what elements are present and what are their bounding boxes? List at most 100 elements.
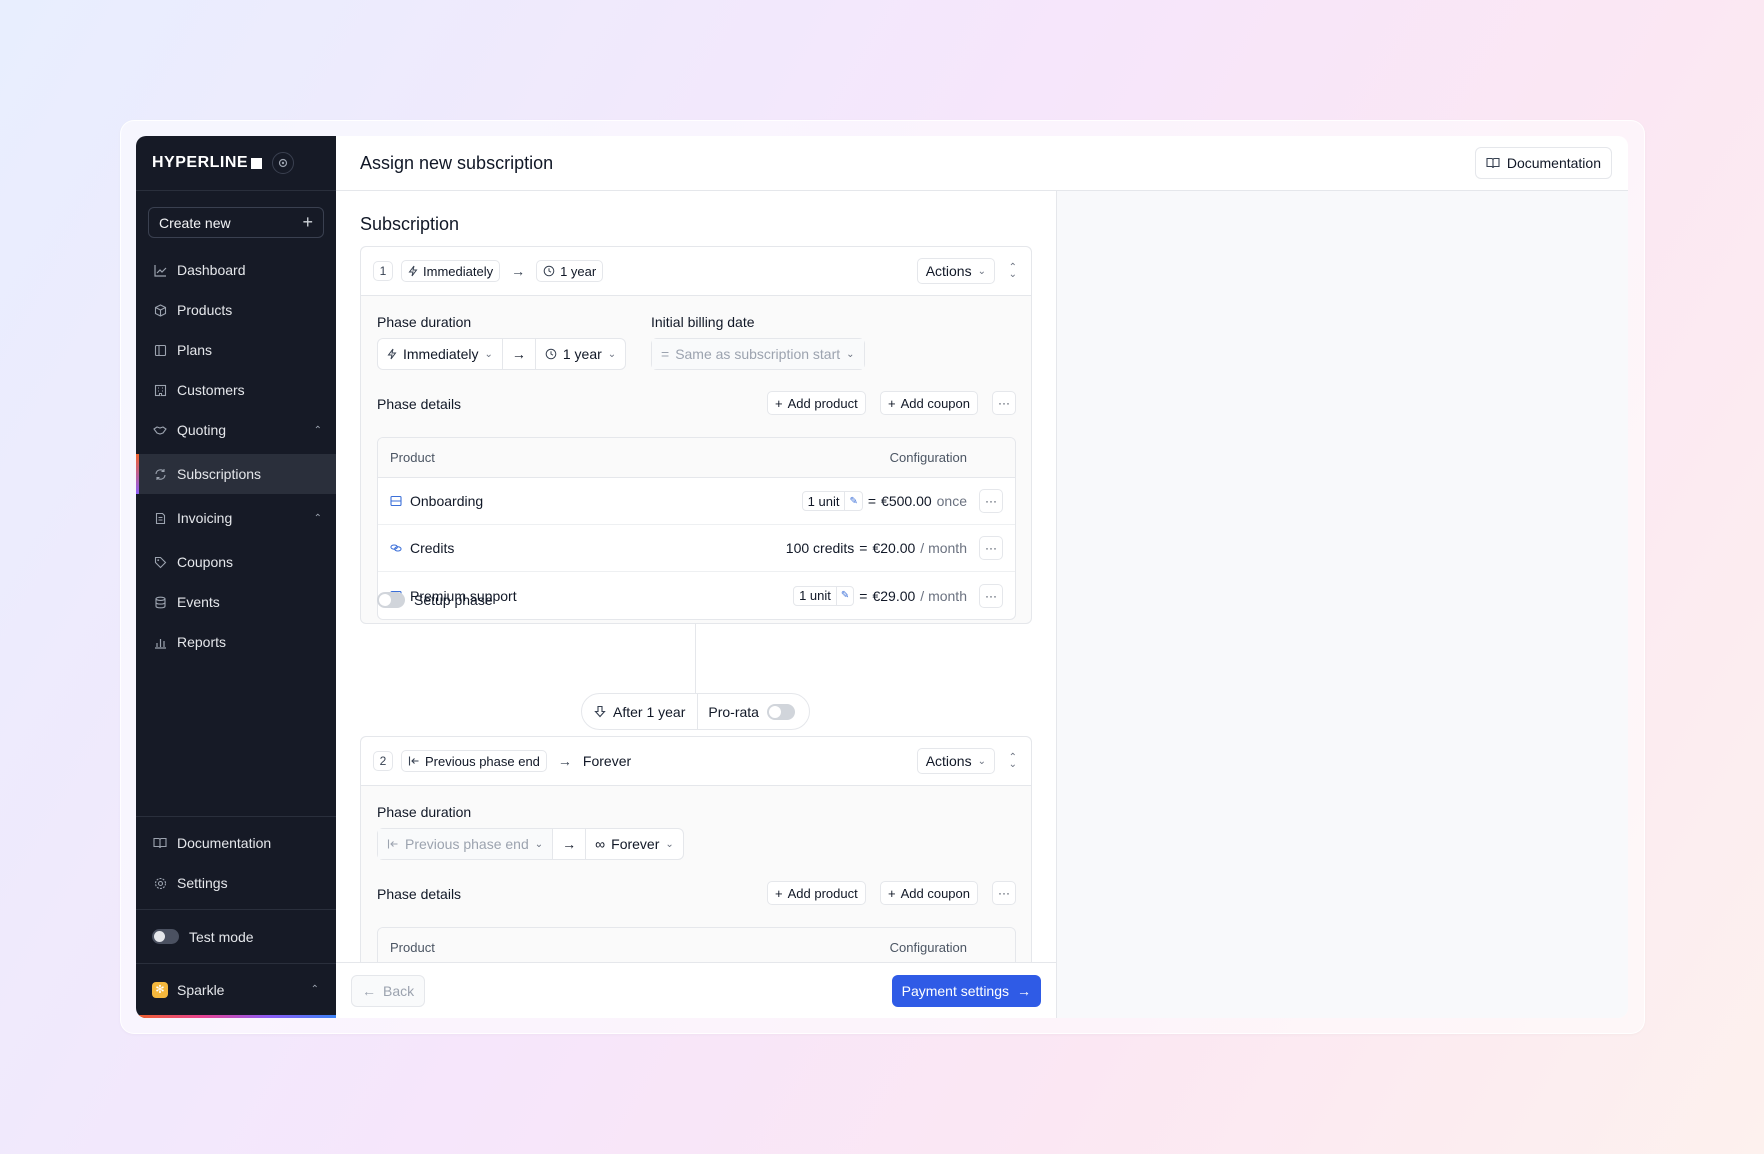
quantity-box[interactable]: 1 unit ✎ xyxy=(801,491,863,511)
workspace-logo-icon: ✻ xyxy=(152,981,168,998)
edit-icon[interactable]: ✎ xyxy=(844,492,861,510)
row-options-button[interactable]: ··· xyxy=(979,489,1003,513)
plus-icon: + xyxy=(775,885,783,901)
plus-icon: + xyxy=(888,885,896,901)
sidebar-bottom: Documentation Settings xyxy=(136,816,336,903)
quantity-box[interactable]: 1 unit ✎ xyxy=(793,585,855,606)
period: / month xyxy=(920,587,967,604)
sidebar-item-label: Invoicing xyxy=(177,510,233,526)
sidebar-item-label: Reports xyxy=(177,634,227,650)
sidebar-item-dashboard[interactable]: Dashboard xyxy=(136,250,336,290)
phase-end-select[interactable]: 1 year ⌄ xyxy=(536,339,625,369)
arrow-down-box-icon xyxy=(594,705,606,718)
workspace-switcher[interactable]: ✻ Sparkle ⌃ xyxy=(136,963,336,1015)
phase-start-pill: Previous phase end xyxy=(401,750,547,772)
coins-icon xyxy=(390,542,402,554)
phase-start-select[interactable]: Previous phase end ⌄ xyxy=(378,829,554,859)
prorata-control: Pro-rata xyxy=(698,703,805,720)
phase-end-select[interactable]: ∞ Forever ⌄ xyxy=(586,829,683,859)
table-row[interactable]: Credits 100 credits = €20.00 / month ··· xyxy=(378,525,1015,572)
transition-trigger[interactable]: After 1 year xyxy=(582,694,699,729)
setup-phase-row: Setup phase xyxy=(377,592,493,608)
initial-billing-field: = Same as subscription start ⌄ xyxy=(651,338,865,370)
chevron-down-icon: ⌄ xyxy=(665,838,674,850)
workspace-name: Sparkle xyxy=(177,981,225,998)
phase-connector xyxy=(695,624,696,694)
sidebar-item-quoting[interactable]: Quoting ⌃ xyxy=(136,410,336,450)
edit-icon[interactable]: ✎ xyxy=(835,586,853,605)
phase-start-select[interactable]: Immediately ⌄ xyxy=(378,339,503,369)
more-options-button[interactable]: ··· xyxy=(992,881,1016,905)
sidebar-item-reports[interactable]: Reports xyxy=(136,622,336,662)
database-icon xyxy=(153,595,167,609)
sidebar-item-label: Plans xyxy=(177,342,213,358)
columns-icon xyxy=(153,343,167,357)
row-options-button[interactable]: ··· xyxy=(979,536,1003,560)
price: €20.00 xyxy=(872,540,916,556)
initial-billing-label: Initial billing date xyxy=(651,314,755,330)
main-area: Assign new subscription Documentation Su… xyxy=(336,136,1628,1018)
add-coupon-button[interactable]: + Add coupon xyxy=(880,881,978,905)
brand-logo[interactable]: HYPERLINE xyxy=(152,154,263,172)
sidebar-item-documentation[interactable]: Documentation xyxy=(136,823,336,863)
prorata-label: Pro-rata xyxy=(708,703,759,720)
brand-settings-icon[interactable] xyxy=(272,152,295,174)
column-product: Product xyxy=(390,450,435,465)
sidebar-item-settings[interactable]: Settings xyxy=(136,863,336,903)
box-icon xyxy=(153,303,167,317)
sidebar-item-coupons[interactable]: Coupons xyxy=(136,542,336,582)
content: Subscription 1 Immediately → 1 year Acti… xyxy=(336,191,1628,1018)
add-coupon-button[interactable]: + Add coupon xyxy=(880,391,978,415)
arrow-right-icon: → xyxy=(553,829,587,859)
sidebar-item-products[interactable]: Products xyxy=(136,290,336,330)
phase-header[interactable]: 2 Previous phase end → Forever Actions ⌄… xyxy=(361,737,1031,786)
add-product-button[interactable]: + Add product xyxy=(767,391,866,415)
sidebar-item-invoicing[interactable]: Invoicing ⌃ xyxy=(136,498,336,538)
phase-details-label: Phase details xyxy=(377,886,462,902)
sidebar-item-label: Dashboard xyxy=(177,262,246,278)
test-mode-toggle[interactable] xyxy=(152,929,179,944)
collapse-toggle-icon[interactable]: ⌃ ⌄ xyxy=(1009,753,1017,770)
sidebar-item-plans[interactable]: Plans xyxy=(136,330,336,370)
lightning-icon xyxy=(408,265,418,277)
period: once xyxy=(936,493,967,509)
sidebar-item-subscriptions[interactable]: Subscriptions xyxy=(136,454,336,494)
back-button[interactable]: ← Back xyxy=(351,974,426,1007)
sidebar-item-customers[interactable]: Customers xyxy=(136,370,336,410)
test-mode-label: Test mode xyxy=(189,928,254,945)
period: / month xyxy=(920,540,967,556)
handshake-icon xyxy=(153,423,167,437)
phase-transition: After 1 year Pro-rata xyxy=(581,693,810,730)
topbar: Assign new subscription Documentation xyxy=(336,136,1628,191)
documentation-button[interactable]: Documentation xyxy=(1474,147,1612,179)
phase-actions-button[interactable]: Actions ⌄ xyxy=(916,748,995,774)
arrow-left-to-line-icon xyxy=(408,755,420,767)
chevron-down-icon: ⌄ xyxy=(607,348,617,360)
setup-phase-toggle[interactable] xyxy=(377,592,405,608)
phase-duration-label: Phase duration xyxy=(377,314,472,330)
phase-number: 1 xyxy=(373,261,393,281)
phase-end-pill: 1 year xyxy=(536,260,604,282)
add-product-button[interactable]: + Add product xyxy=(767,881,866,905)
sidebar-item-events[interactable]: Events xyxy=(136,582,336,622)
phase-details-label: Phase details xyxy=(377,396,462,412)
prorata-toggle[interactable] xyxy=(766,703,795,720)
gear-icon xyxy=(153,876,167,890)
collapse-toggle-icon[interactable]: ⌃ ⌄ xyxy=(1009,263,1017,280)
initial-billing-select[interactable]: = Same as subscription start ⌄ xyxy=(652,339,864,369)
create-new-button[interactable]: Create new + xyxy=(148,207,324,238)
row-options-button[interactable]: ··· xyxy=(979,583,1003,608)
arrow-left-to-line-icon xyxy=(387,838,399,850)
clock-icon xyxy=(545,348,557,360)
sidebar-item-label: Customers xyxy=(177,382,245,398)
create-new-label: Create new xyxy=(159,214,231,231)
lightning-icon xyxy=(387,348,397,360)
phase-actions-button[interactable]: Actions ⌄ xyxy=(916,258,995,284)
product-configuration: 1 unit ✎ = €29.00 / month xyxy=(793,585,967,606)
phase-header[interactable]: 1 Immediately → 1 year Actions ⌄ ⌃ ⌄ xyxy=(361,247,1031,296)
payment-settings-button[interactable]: Payment settings → xyxy=(891,974,1041,1007)
column-configuration: Configuration xyxy=(889,450,967,465)
more-options-button[interactable]: ··· xyxy=(992,391,1016,415)
table-row[interactable]: Onboarding 1 unit ✎ = €500.00 once ··· xyxy=(378,478,1015,525)
receipt-icon xyxy=(153,511,167,525)
